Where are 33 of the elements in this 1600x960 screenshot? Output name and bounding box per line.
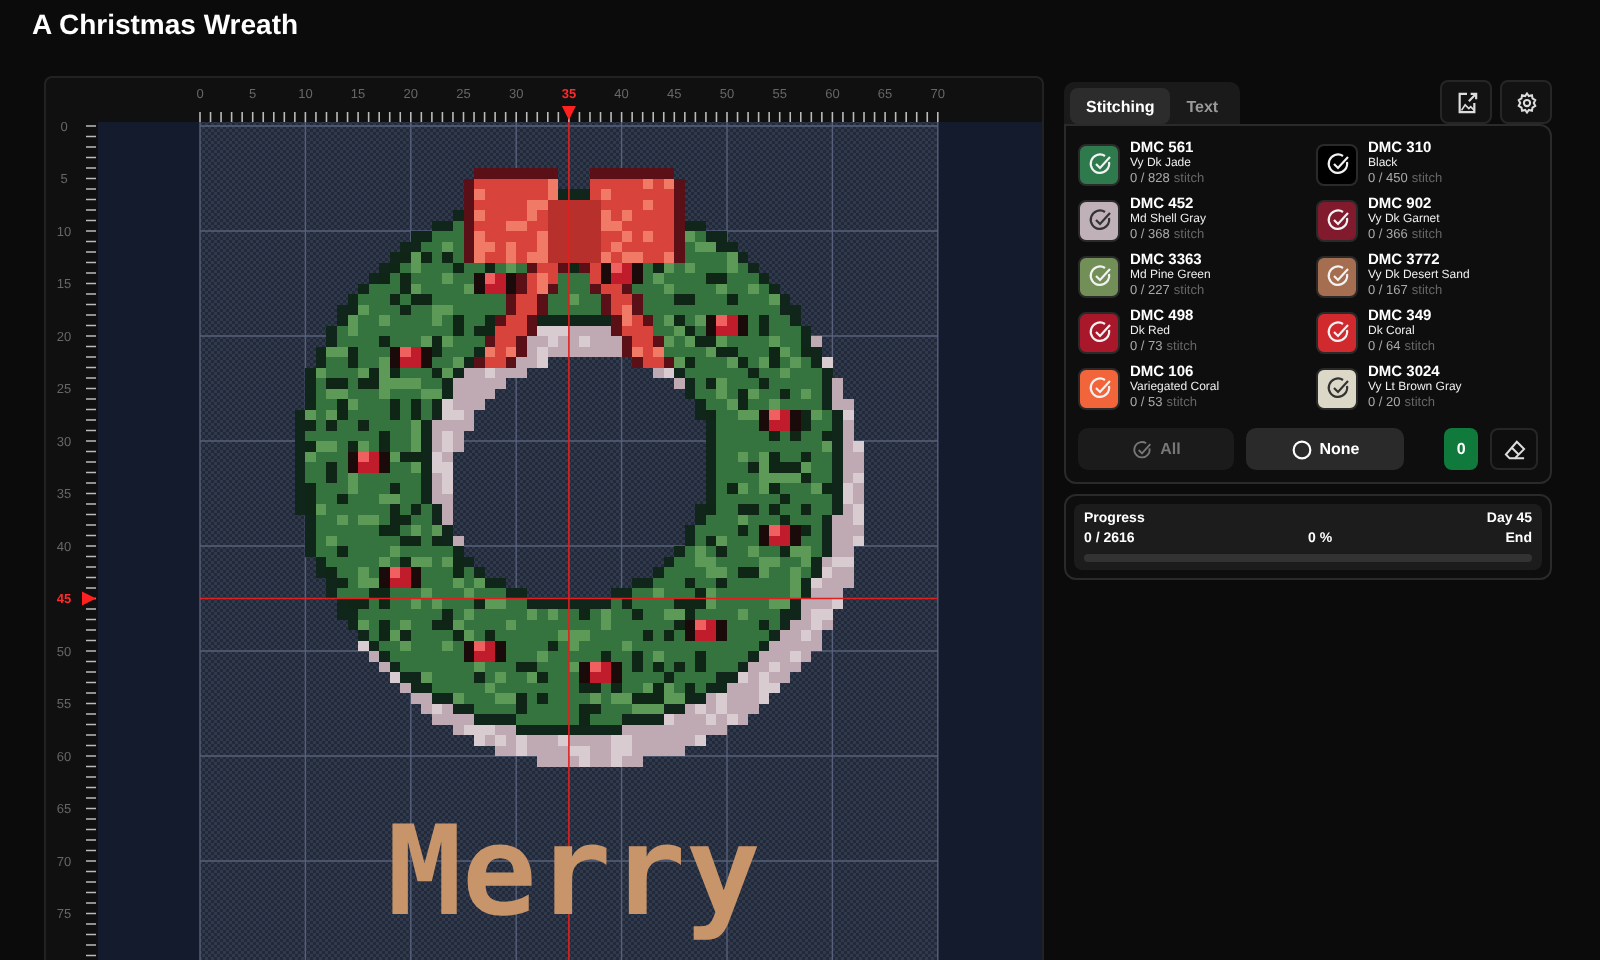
thread-swatch[interactable] bbox=[1316, 311, 1358, 353]
settings-icon bbox=[1515, 91, 1537, 113]
thread-swatch[interactable] bbox=[1078, 199, 1120, 241]
check-icon bbox=[1087, 264, 1111, 288]
page-title: A Christmas Wreath bbox=[30, 6, 301, 44]
eraser-button[interactable] bbox=[1490, 428, 1539, 470]
image-export-icon bbox=[1455, 91, 1477, 113]
thread-swatch[interactable] bbox=[1316, 255, 1358, 297]
check-icon bbox=[1087, 208, 1111, 232]
check-icon bbox=[1087, 152, 1111, 176]
check-icon bbox=[1325, 320, 1349, 344]
thread-swatch[interactable] bbox=[1078, 255, 1120, 297]
check-icon bbox=[1325, 264, 1349, 288]
tab[interactable]: Stitching bbox=[1070, 88, 1171, 124]
thread-swatch[interactable] bbox=[1316, 199, 1358, 241]
thread-swatch[interactable] bbox=[1078, 367, 1120, 409]
select-button[interactable]: None bbox=[1246, 428, 1404, 470]
circle-icon bbox=[1291, 439, 1312, 459]
check-icon bbox=[1087, 376, 1111, 400]
thread-swatch[interactable] bbox=[1078, 311, 1120, 353]
count-badge: 0 bbox=[1443, 428, 1479, 470]
thread-swatch[interactable] bbox=[1078, 143, 1120, 185]
check-icon bbox=[1087, 320, 1111, 344]
settings-button[interactable] bbox=[1500, 80, 1552, 124]
eraser-icon bbox=[1503, 439, 1526, 459]
check-icon bbox=[1325, 152, 1349, 176]
export-button[interactable] bbox=[1440, 80, 1492, 124]
check-icon bbox=[1325, 376, 1349, 400]
thread-swatch[interactable] bbox=[1316, 143, 1358, 185]
check-icon bbox=[1132, 439, 1153, 459]
check-icon bbox=[1325, 208, 1349, 232]
tab[interactable]: Text bbox=[1170, 88, 1235, 124]
thread-swatch[interactable] bbox=[1316, 367, 1358, 409]
